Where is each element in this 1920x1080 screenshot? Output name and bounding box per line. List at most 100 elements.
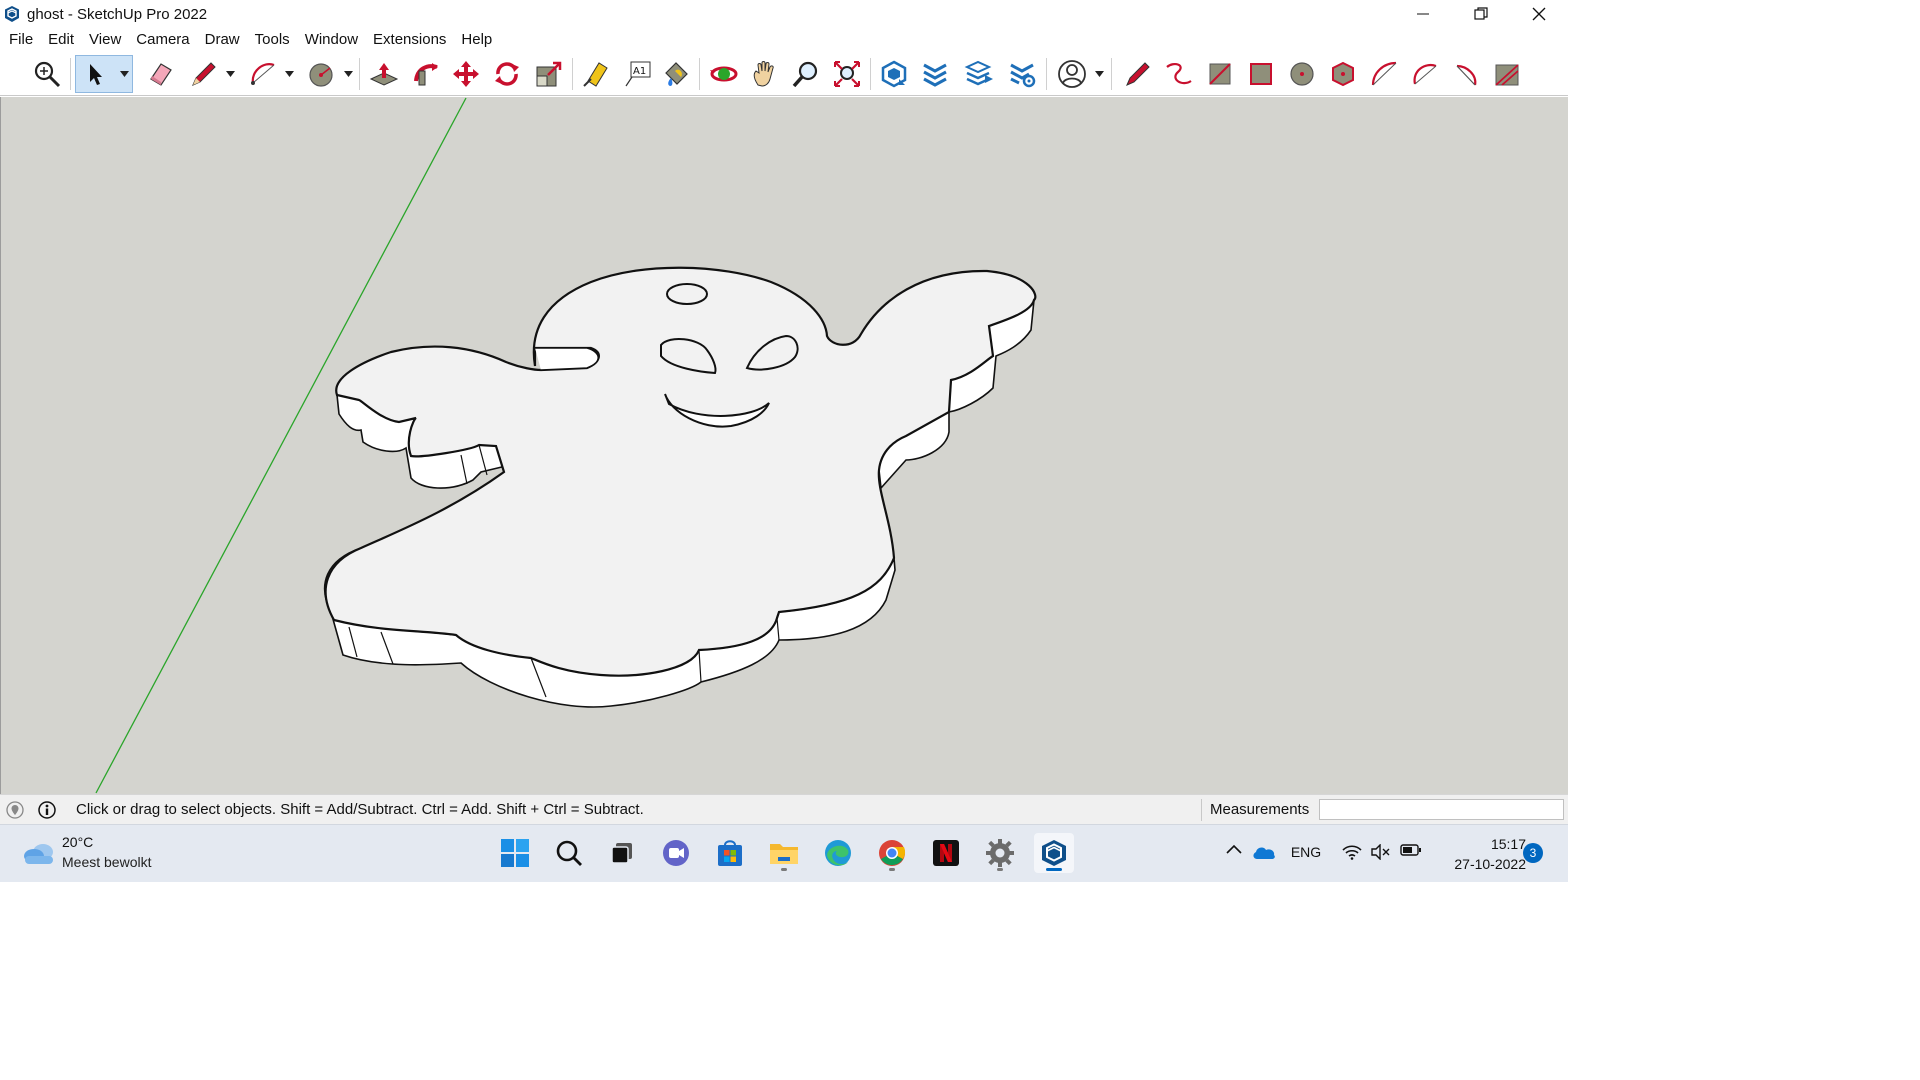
account-dropdown-icon[interactable] [1095, 70, 1104, 78]
arc-dropdown-icon[interactable] [285, 70, 294, 78]
sandbox-tool[interactable] [1489, 55, 1525, 93]
pan-tool[interactable] [747, 55, 783, 93]
pie-tool[interactable] [1448, 55, 1484, 93]
3d-warehouse-tool[interactable] [876, 55, 912, 93]
toolbar-separator [1046, 58, 1047, 90]
onedrive-tray-button[interactable] [1250, 844, 1278, 860]
main-toolbar: A1 [0, 52, 1568, 96]
arc-tool-2[interactable] [1366, 55, 1402, 93]
circle-tool[interactable] [1284, 55, 1320, 93]
task-view-button[interactable] [602, 833, 642, 873]
settings-icon [986, 839, 1014, 867]
extension-warehouse-icon [923, 63, 947, 87]
model-viewport[interactable] [0, 97, 1568, 794]
layout-tool[interactable] [961, 55, 997, 93]
polygon-tool[interactable] [1325, 55, 1361, 93]
wifi-tray-button[interactable] [1340, 844, 1364, 860]
zoom-icon [792, 61, 818, 88]
text-icon: A1 [625, 61, 651, 87]
menu-draw[interactable]: Draw [198, 28, 248, 52]
select-dropdown-icon[interactable] [120, 70, 129, 78]
rotate-tool[interactable] [489, 55, 525, 93]
settings-button[interactable] [980, 833, 1020, 873]
language-indicator[interactable]: ENG [1288, 844, 1324, 860]
eraser-tool[interactable] [142, 55, 178, 93]
orbit-tool[interactable] [706, 55, 742, 93]
follow-me-tool[interactable] [408, 55, 444, 93]
edge-button[interactable] [818, 833, 858, 873]
push-pull-icon [369, 63, 399, 86]
menu-edit[interactable]: Edit [41, 28, 82, 52]
minimize-icon [1417, 13, 1429, 15]
arc-tool[interactable] [245, 55, 281, 93]
zoom-search-tool[interactable] [29, 55, 65, 93]
shape-dropdown-icon[interactable] [344, 70, 353, 78]
battery-icon [1400, 844, 1421, 856]
geo-location-icon[interactable] [5, 800, 25, 820]
line-tool[interactable] [186, 55, 222, 93]
polygon-icon [1332, 61, 1354, 87]
show-hidden-icons-button[interactable] [1222, 844, 1246, 854]
paint-bucket-icon [665, 62, 688, 86]
start-button[interactable] [495, 833, 535, 873]
extension-warehouse-tool[interactable] [917, 55, 953, 93]
paint-bucket-tool[interactable] [658, 55, 694, 93]
menu-window[interactable]: Window [298, 28, 366, 52]
cloudy-weather-icon[interactable] [22, 840, 56, 866]
scale-tool[interactable] [531, 55, 567, 93]
eraser-icon [150, 63, 172, 86]
freehand-curve-tool[interactable] [1161, 55, 1197, 93]
running-indicator [781, 868, 787, 871]
weather-description[interactable]: Meest bewolkt [62, 854, 151, 870]
menu-tools[interactable]: Tools [248, 28, 298, 52]
menu-view[interactable]: View [82, 28, 129, 52]
minimize-button[interactable] [1394, 0, 1452, 28]
wifi-icon [1342, 845, 1362, 860]
close-icon [1532, 7, 1546, 21]
ghost-tail-step [535, 347, 600, 371]
menu-file[interactable]: File [9, 28, 41, 52]
clock[interactable]: 15:17 27-10-2022 [1430, 834, 1526, 874]
menu-extensions[interactable]: Extensions [366, 28, 454, 52]
extension-manager-tool[interactable] [1005, 55, 1041, 93]
weather-temperature[interactable]: 20°C [62, 834, 93, 850]
status-bar: Click or drag to select objects. Shift =… [0, 794, 1568, 824]
zoom-extents-tool[interactable] [829, 55, 865, 93]
instructor-info-icon[interactable] [37, 800, 57, 820]
file-explorer-button[interactable] [764, 833, 804, 873]
move-tool[interactable] [448, 55, 484, 93]
teams-button[interactable] [656, 833, 696, 873]
clock-time: 15:17 [1490, 836, 1526, 852]
pencil-line-icon [192, 62, 216, 86]
clock-date: 27-10-2022 [1454, 856, 1526, 872]
zoom-tool[interactable] [788, 55, 824, 93]
select-icon [90, 64, 102, 85]
restore-button[interactable] [1452, 0, 1510, 28]
freehand-line-tool[interactable] [1120, 55, 1156, 93]
menu-camera[interactable]: Camera [129, 28, 197, 52]
push-pull-tool[interactable] [366, 55, 402, 93]
teams-icon [663, 840, 689, 866]
shape-tool[interactable] [303, 55, 339, 93]
line-dropdown-icon[interactable] [226, 70, 235, 78]
tape-measure-icon [583, 62, 608, 87]
chrome-button[interactable] [872, 833, 912, 873]
tape-measure-tool[interactable] [578, 55, 614, 93]
rotated-rectangle-tool[interactable] [1243, 55, 1279, 93]
sketchup-taskbar-button[interactable] [1034, 833, 1074, 873]
rectangle-tool[interactable] [1202, 55, 1238, 93]
netflix-button[interactable] [926, 833, 966, 873]
sketchup-window: ghost - SketchUp Pro 2022 File Edit View… [0, 0, 1568, 882]
measurements-input[interactable] [1319, 799, 1564, 820]
search-button[interactable] [549, 833, 589, 873]
battery-tray-button[interactable] [1398, 844, 1424, 856]
notification-badge[interactable]: 3 [1523, 843, 1543, 863]
volume-tray-button[interactable] [1369, 844, 1393, 860]
store-button[interactable] [710, 833, 750, 873]
arc-3pt-tool[interactable] [1407, 55, 1443, 93]
menu-help[interactable]: Help [454, 28, 500, 52]
close-button[interactable] [1510, 0, 1568, 28]
account-tool[interactable] [1054, 55, 1090, 93]
arc-2pt-icon [1371, 61, 1397, 86]
text-tool[interactable]: A1 [619, 55, 655, 93]
